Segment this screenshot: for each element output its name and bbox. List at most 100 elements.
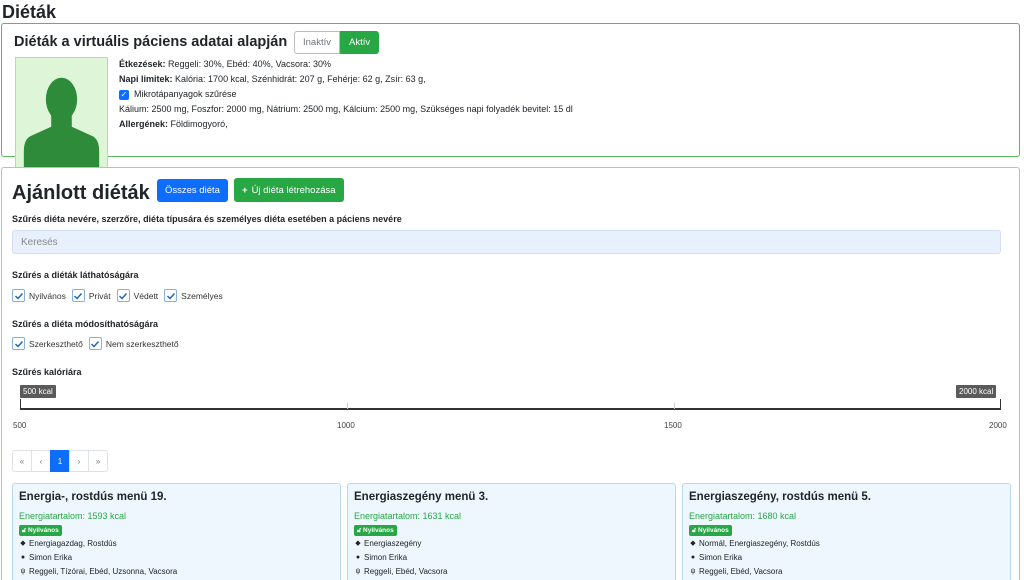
visibility-option-label: Privát — [88, 290, 111, 301]
search-filter-label: Szűrés diéta nevére, szerzőre, diéta típ… — [12, 214, 402, 224]
page-next-button[interactable]: › — [69, 450, 89, 472]
calorie-slider-track[interactable] — [20, 408, 1001, 410]
new-diet-button[interactable]: + Új diéta létrehozása — [234, 178, 344, 202]
visibility-badge: 🔓︎ Nyilvános — [19, 525, 62, 536]
utensils-icon: ψ — [20, 568, 26, 575]
editability-option-not-editable[interactable]: Nem szerkeszthető — [88, 337, 179, 350]
diet-card[interactable]: Energiaszegény, rostdús menü 5. Energiat… — [682, 483, 1011, 580]
diet-card-author: ● Simon Erika — [354, 553, 407, 563]
badge-label: Nyilvános — [363, 527, 394, 534]
allergens-value: Földimogyoró, — [170, 119, 228, 129]
all-diets-button[interactable]: Összes diéta — [157, 179, 228, 202]
visibility-badge: 🔓︎ Nyilvános — [354, 525, 397, 536]
tags-text: Normál, Energiaszegény, Rostdús — [699, 539, 820, 548]
page-prev-button[interactable]: ‹ — [31, 450, 51, 472]
micro-label: Mikrotápanyagok szűrése — [134, 89, 237, 99]
allergens-line: Allergének: Földimogyoró, — [119, 117, 573, 132]
user-icon: ● — [355, 554, 361, 561]
diet-card-title[interactable]: Energia-, rostdús menü 19. — [19, 490, 167, 504]
diets-title: Ajánlott diéták — [12, 182, 150, 204]
meals-text: Reggeli, Ebéd, Vacsora — [364, 567, 448, 576]
slider-tick — [347, 403, 348, 409]
page-current-button[interactable]: 1 — [50, 450, 70, 472]
diet-card-meals: ψ Reggeli, Ebéd, Vacsora — [354, 567, 448, 577]
editability-option-label: Nem szerkeszthető — [105, 338, 179, 349]
checkbox-icon — [88, 337, 102, 350]
limits-value: Kalória: 1700 kcal, Szénhidrát: 207 g, F… — [175, 74, 426, 84]
author-text: Simon Erika — [29, 553, 73, 562]
slider-low-handle[interactable] — [20, 399, 21, 410]
micro-value: Kálium: 2500 mg, Foszfor: 2000 mg, Nátri… — [119, 104, 573, 114]
user-icon: ● — [690, 554, 696, 561]
tag-icon: ◆ — [20, 540, 26, 547]
slider-tick-label: 1000 — [337, 421, 355, 430]
diet-card[interactable]: Energiaszegény menü 3. Energiatartalom: … — [347, 483, 676, 580]
diet-card[interactable]: Energia-, rostdús menü 19. Energiatartal… — [12, 483, 341, 580]
checkbox-icon — [71, 289, 85, 302]
diet-card-tags: ◆ Energiagazdag, Rostdús — [19, 539, 117, 549]
diet-card-tags: ◆ Normál, Energiaszegény, Rostdús — [689, 539, 820, 549]
tags-text: Energiaszegény — [364, 539, 422, 548]
diet-card-title[interactable]: Energiaszegény, rostdús menü 5. — [689, 490, 871, 504]
page-first-button[interactable]: « — [12, 450, 32, 472]
checkbox-icon — [164, 289, 178, 302]
editability-filter-group: Szerkeszthető Nem szerkeszthető — [12, 337, 185, 350]
tag-icon: ◆ — [690, 540, 696, 547]
visibility-option-label: Védett — [133, 290, 159, 301]
editability-option-label: Szerkeszthető — [29, 338, 83, 349]
micro-line: ✓ Mikrotápanyagok szűrése — [119, 87, 573, 102]
patient-panel-title: Diéták a virtuális páciens adatai alapjá… — [14, 34, 288, 50]
diet-card-author: ● Simon Erika — [689, 553, 742, 563]
meals-label: Étkezések: — [119, 59, 166, 69]
visibility-option-public[interactable]: Nyilvános — [12, 289, 66, 302]
utensils-icon: ψ — [690, 568, 696, 575]
slider-tick-label: 1500 — [664, 421, 682, 430]
visibility-filter-label: Szűrés a diéták láthatóságára — [12, 270, 139, 280]
slider-high-handle[interactable] — [1000, 399, 1001, 410]
new-diet-label: Új diéta létrehozása — [251, 184, 336, 196]
editability-option-editable[interactable]: Szerkeszthető — [12, 337, 83, 350]
toggle-inactive-button[interactable]: Inaktív — [294, 31, 340, 54]
slider-high-tooltip: 2000 kcal — [956, 385, 997, 398]
patient-panel: Diéták a virtuális páciens adatai alapjá… — [1, 23, 1020, 170]
diet-card-title[interactable]: Energiaszegény menü 3. — [354, 490, 488, 504]
slider-low-tooltip: 500 kcal — [20, 385, 56, 398]
person-silhouette-icon — [16, 58, 107, 169]
tag-icon: ◆ — [355, 540, 361, 547]
author-text: Simon Erika — [699, 553, 743, 562]
diet-card-energy: Energiatartalom: 1593 kcal — [19, 511, 127, 521]
pagination: « ‹ 1 › » — [12, 450, 108, 472]
badge-label: Nyilvános — [698, 527, 729, 534]
slider-tick — [674, 403, 675, 409]
allergens-label: Allergének: — [119, 119, 169, 129]
slider-tick-label: 500 — [13, 421, 27, 430]
patient-avatar — [15, 57, 108, 170]
visibility-option-private[interactable]: Privát — [71, 289, 111, 302]
active-toggle: Inaktív Aktív — [294, 31, 380, 54]
checkbox-icon — [116, 289, 130, 302]
search-input[interactable]: Keresés — [12, 230, 1001, 254]
page-last-button[interactable]: » — [88, 450, 108, 472]
visibility-option-personal[interactable]: Személyes — [164, 289, 223, 302]
diet-card-author: ● Simon Erika — [19, 553, 72, 563]
diet-card-tags: ◆ Energiaszegény — [354, 539, 421, 549]
visibility-filter-group: Nyilvános Privát Védett Személyes — [12, 289, 229, 302]
visibility-option-label: Nyilvános — [29, 290, 66, 301]
meals-text: Reggeli, Ebéd, Vacsora — [699, 567, 783, 576]
toggle-active-button[interactable]: Aktív — [340, 31, 380, 54]
user-icon: ● — [20, 554, 26, 561]
slider-tick-label: 2000 — [989, 421, 1007, 430]
author-text: Simon Erika — [364, 553, 408, 562]
checkbox-icon — [12, 337, 25, 350]
micro-checkbox[interactable]: ✓ — [119, 89, 129, 100]
badge-label: Nyilvános — [28, 527, 59, 534]
tags-text: Energiagazdag, Rostdús — [29, 539, 117, 548]
meals-value: Reggeli: 30%, Ebéd: 40%, Vacsora: 30% — [168, 59, 331, 69]
utensils-icon: ψ — [355, 568, 361, 575]
diet-card-energy: Energiatartalom: 1631 kcal — [354, 511, 462, 521]
visibility-option-protected[interactable]: Védett — [116, 289, 159, 302]
diet-card-energy: Energiatartalom: 1680 kcal — [689, 511, 797, 521]
page-title: Diéták — [2, 2, 57, 22]
plus-icon: + — [242, 184, 248, 196]
limits-label: Napi limitek: — [119, 74, 173, 84]
